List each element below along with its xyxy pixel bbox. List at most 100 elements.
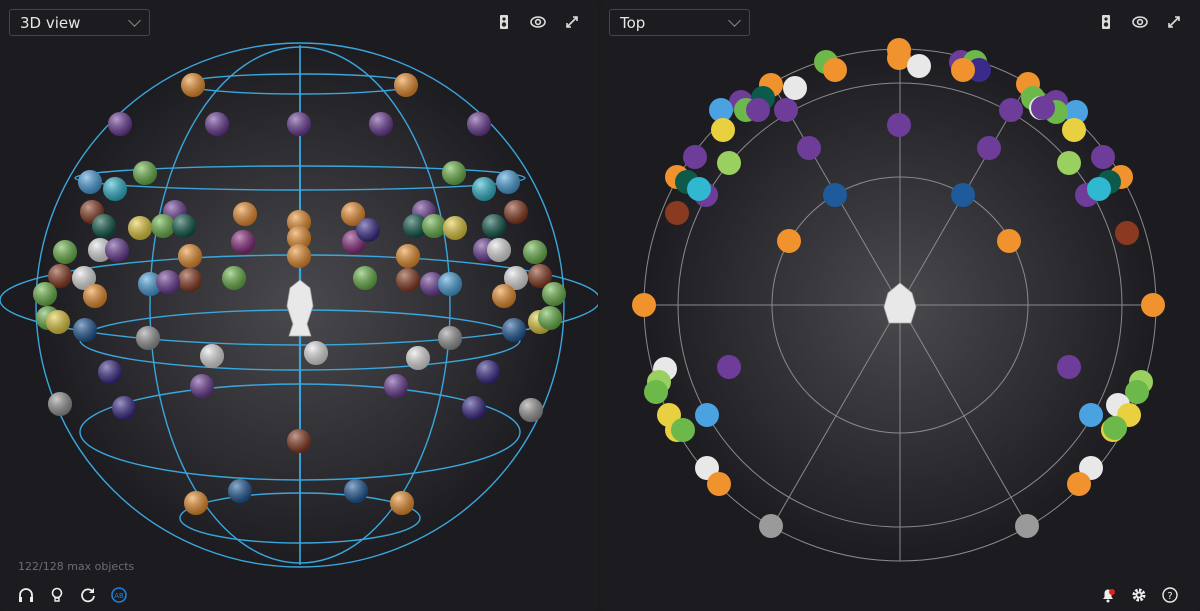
audio-object xyxy=(632,293,656,317)
audio-object xyxy=(671,418,695,442)
view-select[interactable]: Top xyxy=(609,9,750,36)
top-view-panel: Top ? xyxy=(601,0,1200,611)
audio-object xyxy=(951,58,975,82)
reset-icon[interactable] xyxy=(80,587,96,603)
audio-object xyxy=(999,98,1023,122)
audio-object xyxy=(1091,145,1115,169)
audio-object xyxy=(1087,177,1111,201)
audio-object xyxy=(907,54,931,78)
audio-object-shading xyxy=(190,374,214,398)
audio-object-shading xyxy=(482,214,506,238)
audio-object-shading xyxy=(53,240,77,264)
audio-object-shading xyxy=(105,238,129,262)
audio-object xyxy=(1067,472,1091,496)
audio-object xyxy=(1031,96,1055,120)
audio-object-shading xyxy=(287,112,311,136)
audio-object-shading xyxy=(205,112,229,136)
audio-object xyxy=(687,177,711,201)
audio-object xyxy=(695,403,719,427)
audio-object xyxy=(777,229,801,253)
eye-icon[interactable] xyxy=(1132,14,1148,30)
audio-object-shading xyxy=(136,326,160,350)
chevron-down-icon xyxy=(728,14,741,27)
audio-object-shading xyxy=(178,268,202,292)
svg-text:AB: AB xyxy=(114,592,124,600)
audio-object xyxy=(1079,403,1103,427)
audio-object-shading xyxy=(504,200,528,224)
view-select-value: 3D view xyxy=(20,14,81,32)
headphones-icon[interactable] xyxy=(18,587,34,603)
audio-object-shading xyxy=(442,161,466,185)
notification-bell-icon[interactable] xyxy=(1100,587,1116,603)
audio-object-shading xyxy=(384,374,408,398)
audio-object xyxy=(1015,514,1039,538)
audio-object-shading xyxy=(33,282,57,306)
audio-object xyxy=(823,58,847,82)
audio-object xyxy=(774,98,798,122)
audio-object xyxy=(1057,151,1081,175)
audio-object xyxy=(797,136,821,160)
object-count-status: 122/128 max objects xyxy=(18,560,135,573)
audio-object-shading xyxy=(538,306,562,330)
audio-object-shading xyxy=(523,240,547,264)
settings-gear-icon[interactable] xyxy=(1131,587,1147,603)
audio-object-shading xyxy=(438,272,462,296)
audio-object-shading xyxy=(353,266,377,290)
audio-object-shading xyxy=(98,360,122,384)
lightbulb-icon[interactable] xyxy=(49,587,65,603)
expand-icon[interactable] xyxy=(564,14,580,30)
3d-view-panel: 3D view 122/128 max objects AB xyxy=(0,0,598,611)
audio-object xyxy=(707,472,731,496)
audio-object-shading xyxy=(92,214,116,238)
audio-object-shading xyxy=(396,244,420,268)
audio-object-shading xyxy=(462,396,486,420)
audio-object xyxy=(1141,293,1165,317)
speaker-icon[interactable] xyxy=(496,14,512,30)
audio-object xyxy=(1062,118,1086,142)
audio-object xyxy=(823,183,847,207)
audio-object-shading xyxy=(369,112,393,136)
audio-object-shading xyxy=(406,346,430,370)
audio-object-shading xyxy=(83,284,107,308)
audio-object xyxy=(759,514,783,538)
audio-object-shading xyxy=(178,244,202,268)
audio-object-shading xyxy=(233,202,257,226)
audio-object-shading xyxy=(108,112,132,136)
audio-object-shading xyxy=(443,216,467,240)
expand-icon[interactable] xyxy=(1166,14,1182,30)
audio-object xyxy=(746,98,770,122)
audio-object-shading xyxy=(46,310,70,334)
audio-object xyxy=(977,136,1001,160)
audio-object-shading xyxy=(356,218,380,242)
audio-object-shading xyxy=(151,214,175,238)
svg-text:?: ? xyxy=(1167,591,1172,602)
audio-object-shading xyxy=(492,284,516,308)
view-select[interactable]: 3D view xyxy=(9,9,150,36)
audio-object-shading xyxy=(304,341,328,365)
audio-object-shading xyxy=(231,230,255,254)
audio-object-shading xyxy=(472,177,496,201)
top-scene[interactable] xyxy=(601,0,1200,611)
audio-object-shading xyxy=(156,270,180,294)
audio-object xyxy=(665,201,689,225)
audio-object xyxy=(951,183,975,207)
audio-object-shading xyxy=(476,360,500,384)
speaker-icon[interactable] xyxy=(1098,14,1114,30)
eye-icon[interactable] xyxy=(530,14,546,30)
audio-object-shading xyxy=(519,398,543,422)
audio-object-shading xyxy=(396,268,420,292)
ab-compare-icon[interactable]: AB xyxy=(111,587,127,603)
audio-object-shading xyxy=(542,282,566,306)
audio-object-shading xyxy=(103,177,127,201)
chevron-down-icon xyxy=(128,14,141,27)
audio-object-shading xyxy=(422,214,446,238)
audio-object xyxy=(717,151,741,175)
audio-object-shading xyxy=(112,396,136,420)
audio-object-shading xyxy=(48,392,72,416)
audio-object-shading xyxy=(344,479,368,503)
audio-object-shading xyxy=(228,479,252,503)
audio-object-shading xyxy=(390,491,414,515)
help-icon[interactable]: ? xyxy=(1162,587,1178,603)
audio-object-shading xyxy=(133,161,157,185)
3d-scene[interactable] xyxy=(0,0,598,611)
